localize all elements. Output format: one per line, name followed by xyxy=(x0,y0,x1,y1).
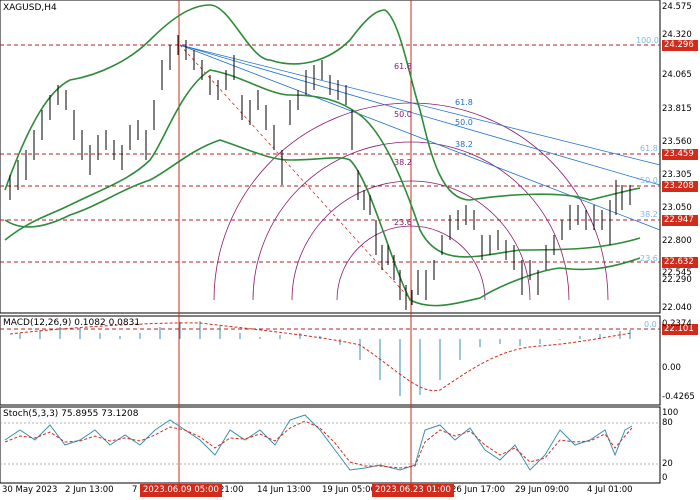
time-tick: 2 Jun 13:00 xyxy=(65,485,114,495)
time-tick: 30 May 2023 xyxy=(2,485,58,495)
time-tick: 4 Jul 01:00 xyxy=(587,485,633,495)
price-tick: 24.575 xyxy=(662,2,692,12)
stoch-tick: 100 xyxy=(662,408,679,418)
level-tag: 23.459 xyxy=(662,149,698,160)
price-tick: 22.040 xyxy=(662,303,692,313)
arc-label: 23.6 xyxy=(394,218,412,227)
level-tag: 22.947 xyxy=(662,215,698,226)
macd-label: MACD(12,26,9) 0.1082 0.0831 xyxy=(3,318,141,328)
fib-label: 0.0 xyxy=(644,320,657,329)
level-tag: 23.208 xyxy=(662,181,698,192)
macd-tick: 0.00 xyxy=(662,363,681,373)
time-tick: 7 xyxy=(132,485,138,495)
level-tag: 24.296 xyxy=(662,40,698,51)
level-tag: 22.632 xyxy=(662,257,698,268)
fib-label: 38.2 xyxy=(640,210,658,219)
stoch-label: Stoch(5,3,3) 75.8955 73.1208 xyxy=(3,409,139,419)
price-tick: 23.560 xyxy=(662,137,692,147)
price-tick: 22.800 xyxy=(662,236,692,246)
price-tick: 23.815 xyxy=(662,104,692,114)
macd-tick: -0.4265 xyxy=(662,392,695,402)
time-tick: 21:00 xyxy=(219,485,244,495)
fan-label: 38.2 xyxy=(455,140,473,149)
price-tick: 22.290 xyxy=(662,275,692,285)
arc-label: 38.2 xyxy=(394,158,412,167)
stoch-tick: 80 xyxy=(662,418,673,428)
symbol-label: XAGUSD,H4 xyxy=(3,3,57,13)
stoch-tick: 0 xyxy=(662,473,668,483)
time-tick: 19 Jun 05:00 xyxy=(322,485,376,495)
arc-label: 61.8 xyxy=(394,62,412,71)
price-tick: 24.065 xyxy=(662,70,692,80)
fan-label: 50.0 xyxy=(455,118,473,127)
price-tick: 23.305 xyxy=(662,170,692,180)
macd-tick: 0.2374 xyxy=(662,319,692,329)
time-tick: 14 Jun 13:00 xyxy=(257,485,311,495)
fib-label: 61.8 xyxy=(640,144,658,153)
price-tick: 24.320 xyxy=(662,30,692,40)
trading-chart-window: XAGUSD,H4 MACD(12,26,9) 0.1082 0.0831 St… xyxy=(0,0,700,500)
fib-label: 100.0 xyxy=(636,36,659,45)
stoch-tick: 20 xyxy=(662,459,673,469)
fib-label: 23.6 xyxy=(640,254,658,263)
price-tick: 23.050 xyxy=(662,203,692,213)
chart-canvas[interactable] xyxy=(0,0,700,500)
arc-label: 50.0 xyxy=(394,110,412,119)
time-tick: 26 Jun 17:00 xyxy=(451,485,505,495)
time-marker: 2023.06.09 05:00 xyxy=(140,484,222,497)
time-marker: 2023.06.23 01:00 xyxy=(372,484,454,497)
time-tick: 29 Jun 09:00 xyxy=(515,485,569,495)
fan-label: 61.8 xyxy=(455,98,473,107)
fib-label: 50.0 xyxy=(640,176,658,185)
